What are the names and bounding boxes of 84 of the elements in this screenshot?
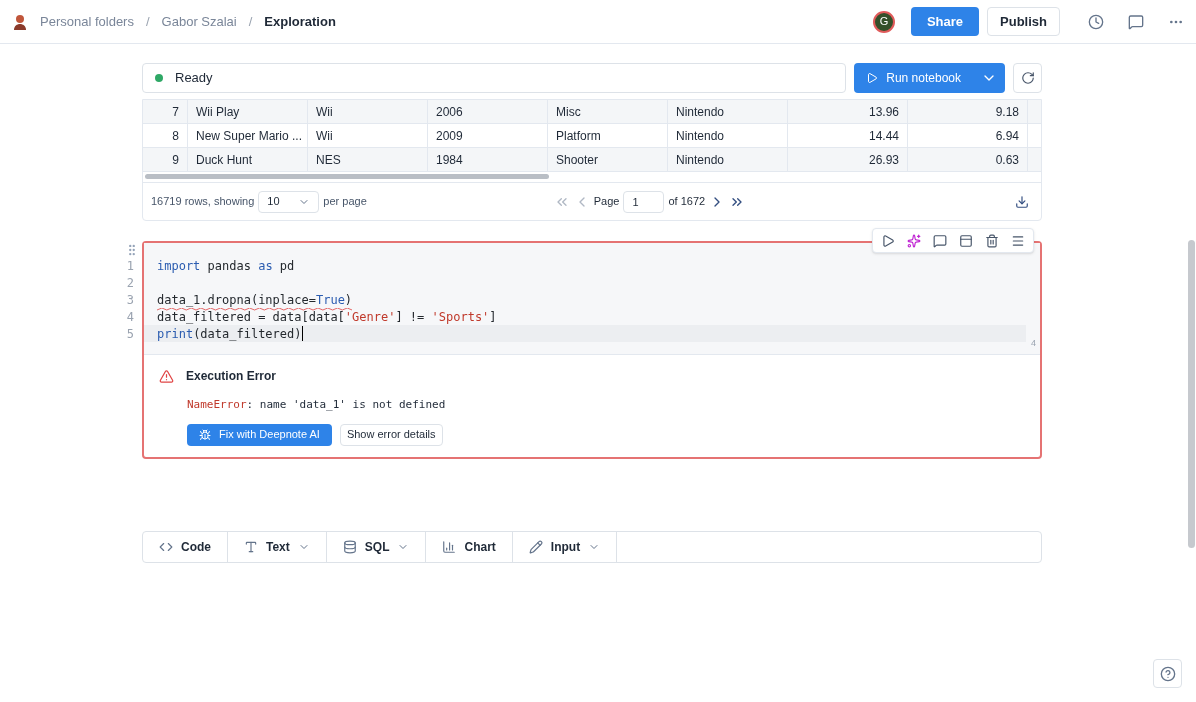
- page-total: of 1672: [668, 194, 706, 210]
- table-cell: 0.63: [908, 148, 1028, 171]
- comment-icon[interactable]: [933, 233, 947, 248]
- table-cell: 14.44: [788, 124, 908, 147]
- refresh-button[interactable]: [1013, 63, 1042, 93]
- sparkles-icon[interactable]: [907, 233, 921, 248]
- line-number: 5: [125, 325, 134, 343]
- help-icon: [1159, 665, 1176, 682]
- breadcrumb-link[interactable]: Exploration: [264, 11, 336, 32]
- table-cell: 2006: [428, 100, 548, 123]
- fix-with-ai-button[interactable]: Fix with Deepnote AI: [187, 423, 332, 446]
- person-icon: [12, 13, 28, 30]
- add-block-button[interactable]: Input: [512, 531, 618, 562]
- page-input[interactable]: 1: [623, 190, 665, 213]
- line-number: 3: [125, 291, 134, 309]
- breadcrumb-separator: /: [145, 12, 150, 31]
- table-cell: Shooter: [548, 148, 668, 171]
- history-icon[interactable]: [1088, 13, 1104, 30]
- trash-icon[interactable]: [985, 233, 999, 248]
- add-block-button[interactable]: SQL: [326, 531, 427, 562]
- line-number: 2: [125, 274, 134, 292]
- run-icon[interactable]: [881, 233, 895, 248]
- line-number: 4: [125, 308, 134, 326]
- table-cell: 6.94: [908, 124, 1028, 147]
- table-cell: Wii: [308, 124, 428, 147]
- breadcrumb-link[interactable]: Gabor Szalai: [161, 11, 237, 32]
- show-error-details-button[interactable]: Show error details: [339, 423, 443, 446]
- table-cell: Nintendo: [668, 148, 788, 171]
- embed-icon[interactable]: [959, 233, 973, 248]
- table-cell: Nintendo: [668, 100, 788, 123]
- share-button[interactable]: Share: [910, 7, 980, 36]
- table-cell: 26.93: [788, 148, 908, 171]
- text-type-icon: [244, 539, 258, 554]
- refresh-icon: [1020, 71, 1035, 85]
- code-line: data_filtered = data[data['Genre'] != 'Sports']: [157, 308, 497, 326]
- text-cursor: [301, 326, 303, 341]
- user-avatar[interactable]: G: [872, 10, 895, 33]
- table-cell: 7: [143, 100, 188, 123]
- table-cell: New Super Mario ...: [188, 124, 308, 147]
- table-cell: 1984: [428, 148, 548, 171]
- help-button[interactable]: [1153, 659, 1182, 688]
- status-label: Ready: [175, 69, 213, 88]
- page-size-select[interactable]: 10: [258, 190, 320, 213]
- add-block-button[interactable]: Text: [228, 531, 327, 562]
- comment-icon[interactable]: [1128, 13, 1144, 30]
- horizontal-scrollbar[interactable]: [145, 174, 549, 179]
- database-icon: [342, 539, 357, 554]
- table-cell: NES: [308, 148, 428, 171]
- download-icon[interactable]: [1015, 194, 1029, 209]
- code-line: import pandas as pd: [157, 257, 295, 275]
- error-title: Execution Error: [186, 368, 277, 385]
- warning-icon: [159, 368, 174, 384]
- publish-button[interactable]: Publish: [987, 7, 1060, 36]
- play-icon: [866, 72, 879, 84]
- menu-icon[interactable]: [1011, 233, 1025, 248]
- add-block-button[interactable]: Chart: [426, 531, 513, 562]
- table-cell: Nintendo: [668, 124, 788, 147]
- table-cell: Misc: [548, 100, 668, 123]
- table-cell: Wii Play: [188, 100, 308, 123]
- table-cell: Duck Hunt: [188, 148, 308, 171]
- table-cell: Wii: [308, 100, 428, 123]
- cell-corner-label: 4: [1031, 336, 1036, 350]
- bug-icon: [199, 428, 211, 441]
- code-line: data_1.dropna(inplace=True): [157, 290, 353, 309]
- vertical-scrollbar[interactable]: [1188, 240, 1195, 548]
- table-cell: 13.96: [788, 100, 908, 123]
- per-page-text: per page: [323, 194, 367, 210]
- add-block-button[interactable]: Code: [143, 531, 228, 562]
- row-count-text: 16719 rows, showing: [151, 194, 255, 210]
- run-notebook-button[interactable]: Run notebook: [854, 63, 1005, 93]
- run-notebook-label: Run notebook: [886, 70, 961, 87]
- breadcrumb-link[interactable]: Personal folders: [40, 11, 134, 32]
- bar-chart-icon: [442, 539, 457, 554]
- table-cell: 9: [143, 148, 188, 171]
- code-line: print(data_filtered): [157, 325, 302, 343]
- table-cell: 2009: [428, 124, 548, 147]
- error-message: NameError: name 'data_1' is not defined: [187, 397, 447, 413]
- table-cell: 9.18: [908, 100, 1028, 123]
- line-number: 1: [125, 257, 134, 275]
- pencil-icon: [528, 539, 543, 554]
- breadcrumb-separator: /: [248, 12, 253, 31]
- table-cell: Platform: [548, 124, 668, 147]
- table-cell: 8: [143, 124, 188, 147]
- page-label: Page: [593, 194, 620, 210]
